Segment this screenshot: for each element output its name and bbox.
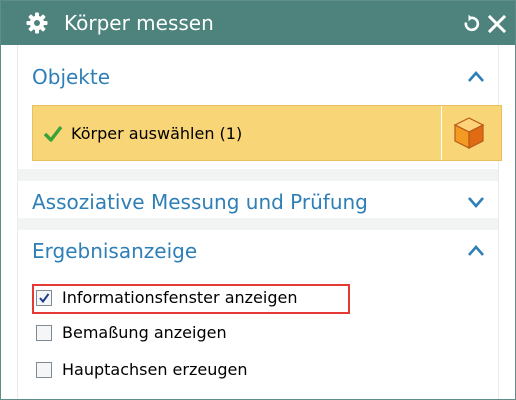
section-title-objects: Objekte [32, 65, 111, 89]
gear-icon [25, 11, 49, 35]
section-separator [18, 169, 498, 181]
section-header-objects[interactable]: Objekte [18, 57, 498, 97]
chevron-up-icon[interactable] [466, 241, 486, 261]
checkbox-label: Hauptachsen erzeugen [62, 360, 248, 379]
chevron-up-icon[interactable] [466, 67, 486, 87]
section-title-results: Ergebnisanzeige [32, 239, 198, 263]
close-icon[interactable] [485, 12, 509, 36]
checkbox-create-principal-axes[interactable] [36, 362, 52, 378]
dialog-content: Objekte Körper auswählen (1) Assoziative… [17, 45, 502, 399]
select-body-label: Körper auswählen (1) [71, 124, 243, 143]
dialog-title: Körper messen [64, 11, 214, 35]
option-show-dimensions[interactable]: Bemaßung anzeigen [32, 320, 352, 348]
reset-icon[interactable] [459, 12, 483, 36]
selection-divider [441, 106, 442, 160]
option-create-principal-axes[interactable]: Hauptachsen erzeugen [32, 357, 352, 385]
title-bar: Körper messen [1, 1, 515, 45]
checkbox-label: Bemaßung anzeigen [62, 323, 227, 342]
section-header-results[interactable]: Ergebnisanzeige [18, 231, 498, 271]
chevron-down-icon[interactable] [466, 192, 486, 212]
measure-body-dialog: Körper messen Objekte Körper auswählen (… [0, 0, 516, 400]
section-title-associative: Assoziative Messung und Prüfung [32, 190, 368, 214]
section-header-associative[interactable]: Assoziative Messung und Prüfung [18, 182, 498, 222]
checkbox-label: Informationsfenster anzeigen [62, 288, 298, 307]
section-separator [18, 218, 498, 230]
solid-body-cube-icon[interactable] [452, 116, 486, 150]
checkbox-show-info-window[interactable] [36, 290, 52, 306]
select-body-row[interactable]: Körper auswählen (1) [32, 105, 502, 161]
checkbox-show-dimensions[interactable] [36, 325, 52, 341]
checkmark-icon [43, 124, 63, 144]
option-show-info-window[interactable]: Informationsfenster anzeigen [32, 285, 352, 313]
